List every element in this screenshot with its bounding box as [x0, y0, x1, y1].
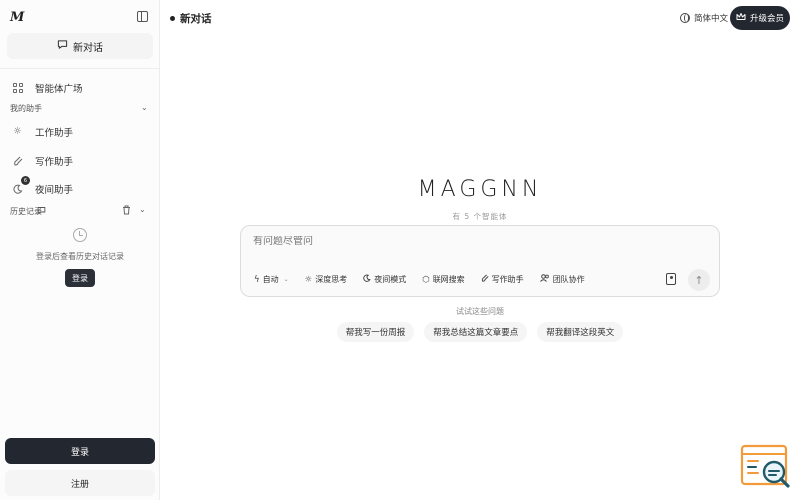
sidebar-item-assistant-2[interactable]: 写作助手 — [12, 154, 73, 168]
grid-icon — [12, 82, 23, 94]
app-logo[interactable]: M — [10, 10, 24, 25]
tool-label: 写作助手 — [491, 275, 524, 284]
empty-history-text: 登录后查看历史对话记录 — [36, 252, 124, 261]
sidebar-item-label: 工作助手 — [35, 128, 74, 139]
tool-deep-think[interactable]: ☼ 深度思考 — [305, 274, 348, 285]
tool-label: 团队协作 — [552, 275, 585, 284]
suggestion-chip[interactable]: 帮我写一份周报 — [336, 322, 415, 342]
suggestions-label: 试试这些问题 — [456, 307, 504, 316]
sidebar-item-assistant-3[interactable]: 夜间助手 — [12, 182, 73, 196]
language-label: 简体中文 — [694, 14, 729, 24]
hexagon-icon: ⬡ — [422, 274, 430, 285]
brand-subtitle: 有 5 个智能体 — [452, 212, 508, 221]
sidebar: M 新对话 智能体广场 我的助手 ⌄ ☼ 工作助手 写作助手 夜间助手 6 历史… — [0, 0, 160, 500]
moon-icon — [12, 184, 23, 195]
suggestion-chips: 帮我写一份周报 帮我总结这篇文章要点 帮我翻译这段英文 — [240, 322, 720, 342]
sun-icon: ☼ — [13, 126, 22, 137]
status-dot — [170, 16, 175, 21]
sidebar-collapse-icon[interactable] — [137, 11, 148, 22]
trash-icon[interactable] — [122, 205, 131, 218]
message-input[interactable] — [253, 236, 653, 247]
upgrade-label: 升级会员 — [749, 14, 784, 24]
suggestion-chip[interactable]: 帮我总结这篇文章要点 — [424, 322, 528, 342]
send-button[interactable]: ↑ — [688, 269, 710, 291]
login-small-button[interactable]: 登录 — [65, 269, 95, 287]
brush-icon — [481, 274, 489, 285]
tool-label: 联网搜索 — [432, 275, 465, 284]
suggestion-chip[interactable]: 帮我翻译这段英文 — [537, 322, 624, 342]
sidebar-divider — [0, 68, 159, 69]
brush-icon — [12, 156, 23, 167]
sidebar-item-label: 智能体广场 — [35, 84, 83, 95]
tool-night-mode[interactable]: 夜间模式 — [363, 274, 406, 285]
login-button[interactable]: 登录 — [5, 438, 155, 464]
composer-toolbar: ϟ 自动 ⌄ ☼ 深度思考 夜间模式 ⬡ 联网搜索 写作助手 团队协作 — [254, 274, 585, 285]
chat-bubble-icon — [57, 39, 68, 53]
search-window-logo-icon — [740, 444, 792, 490]
upgrade-button[interactable]: 升级会员 — [730, 6, 790, 30]
chat-composer: ϟ 自动 ⌄ ☼ 深度思考 夜间模式 ⬡ 联网搜索 写作助手 — [240, 225, 720, 297]
history-icon — [73, 228, 87, 242]
tool-writing[interactable]: 写作助手 — [481, 274, 524, 285]
arrow-up-icon: ↑ — [694, 273, 704, 287]
crown-icon — [736, 12, 746, 24]
globe-icon — [680, 13, 690, 23]
register-button[interactable]: 注册 — [5, 470, 155, 496]
sidebar-item-label: 写作助手 — [35, 157, 74, 168]
page-title-text: 新对话 — [180, 13, 212, 25]
page-title: 新对话 — [170, 11, 212, 26]
moon-icon — [363, 274, 371, 285]
sidebar-item-assistant-1[interactable]: ☼ 工作助手 — [12, 125, 74, 140]
tool-label: 自动 — [262, 275, 279, 284]
chevron-down-icon[interactable]: ⌄ — [139, 205, 146, 214]
tool-label: 深度思考 — [315, 275, 348, 284]
bolt-icon: ϟ — [254, 274, 260, 285]
chevron-down-icon[interactable]: ⌄ — [141, 103, 148, 112]
new-chat-button[interactable]: 新对话 — [7, 33, 153, 59]
contacts-icon[interactable] — [666, 273, 676, 285]
sun-icon: ☼ — [304, 274, 313, 285]
section-my-assistants: 我的助手 — [10, 104, 42, 113]
tool-web-search[interactable]: ⬡ 联网搜索 — [422, 274, 464, 285]
users-icon — [539, 274, 550, 285]
notification-badge: 6 — [21, 176, 30, 185]
tool-label: 夜间模式 — [374, 275, 407, 284]
model-selector[interactable]: ϟ 自动 ⌄ — [254, 274, 289, 285]
chat-bubble-icon[interactable] — [37, 206, 46, 218]
history-empty-state: 登录后查看历史对话记录 登录 — [0, 228, 160, 287]
language-selector[interactable]: 简体中文 — [680, 12, 728, 24]
brand-wordmark: MAGGNN — [417, 177, 543, 202]
sidebar-item-label: 夜间助手 — [35, 185, 74, 196]
new-chat-label: 新对话 — [73, 42, 103, 54]
chevron-down-icon: ⌄ — [283, 276, 289, 283]
sidebar-item-agent-plaza[interactable]: 智能体广场 — [12, 81, 83, 95]
tool-team[interactable]: 团队协作 — [539, 274, 585, 285]
